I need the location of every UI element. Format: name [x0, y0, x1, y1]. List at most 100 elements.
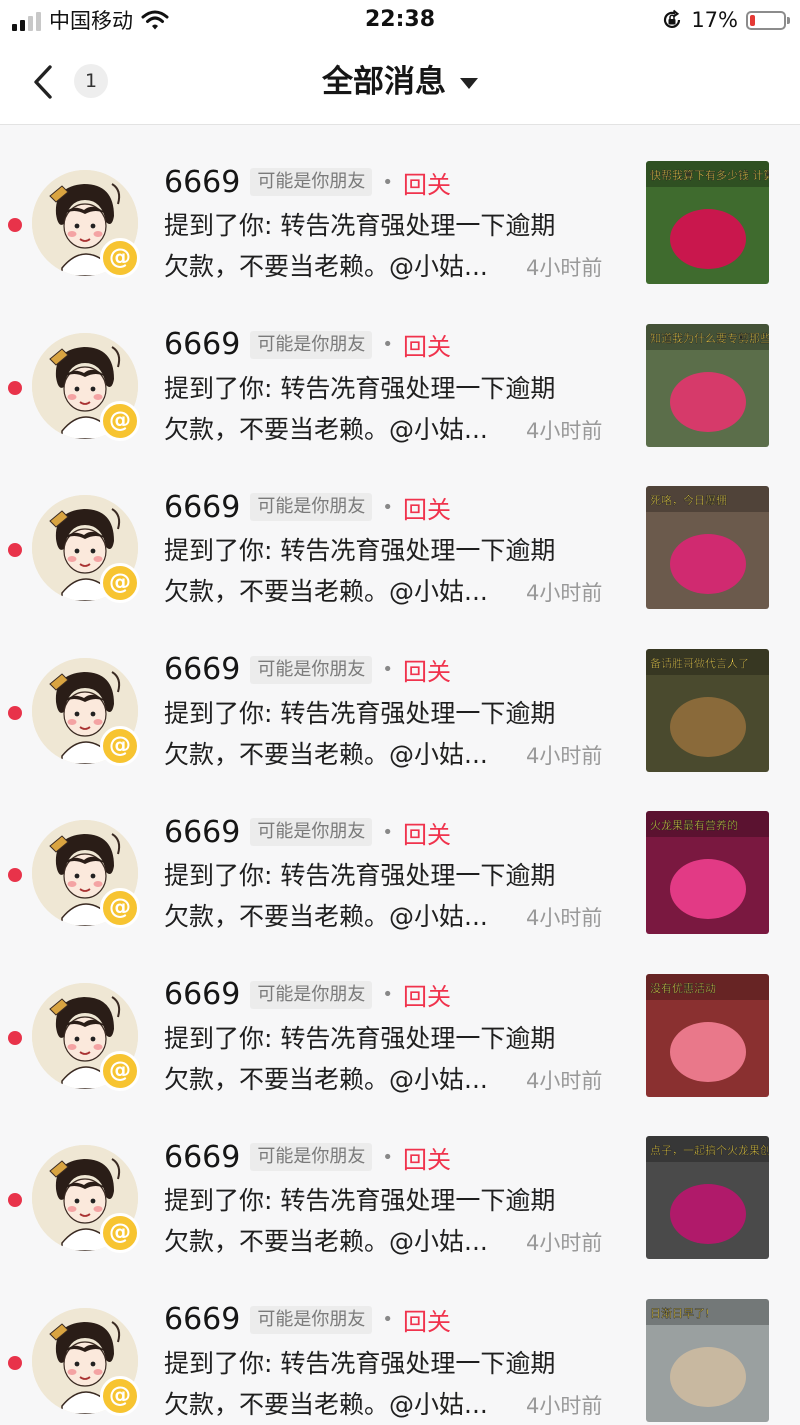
maybe-friend-tag: 可能是你朋友	[250, 981, 372, 1009]
message-text-line1: 提到了你: 转告冼育强处理一下逾期	[164, 534, 555, 568]
thumbnail-image: 知道我为什么要专剪那些开裂的吗	[646, 324, 769, 447]
username[interactable]: 6669	[164, 1302, 240, 1337]
app-header: 1 全部消息	[0, 40, 800, 125]
separator-dot: •	[382, 822, 393, 843]
message-header: 6669 可能是你朋友 • 回关	[164, 976, 451, 1014]
message-row[interactable]: @ 6669 可能是你朋友 • 回关 提到了你: 转告冼育强处理一下逾期 欠款，…	[0, 1263, 800, 1425]
follow-back-button[interactable]: 回关	[403, 1302, 451, 1337]
message-header: 6669 可能是你朋友 • 回关	[164, 488, 451, 526]
message-text-line2: 欠款，不要当老赖。@小姑...	[164, 413, 488, 447]
video-thumbnail[interactable]: 知道我为什么要专剪那些开裂的吗	[646, 324, 769, 447]
message-row[interactable]: @ 6669 可能是你朋友 • 回关 提到了你: 转告冼育强处理一下逾期 欠款，…	[0, 1100, 800, 1263]
separator-dot: •	[382, 172, 393, 193]
status-bar: 中国移动 22:38 17%	[0, 0, 800, 40]
message-header: 6669 可能是你朋友 • 回关	[164, 1301, 451, 1339]
mention-at-icon: @	[100, 1376, 140, 1416]
caret-down-icon	[460, 78, 478, 89]
username[interactable]: 6669	[164, 977, 240, 1012]
username[interactable]: 6669	[164, 1140, 240, 1175]
unread-dot	[8, 868, 22, 882]
thumbnail-caption: 备请胜哥做代言人了	[650, 656, 749, 670]
separator-dot: •	[382, 1147, 393, 1168]
maybe-friend-tag: 可能是你朋友	[250, 656, 372, 684]
mention-at-icon: @	[100, 888, 140, 928]
message-row[interactable]: @ 6669 可能是你朋友 • 回关 提到了你: 转告冼育强处理一下逾期 欠款，…	[0, 938, 800, 1101]
message-header: 6669 可能是你朋友 • 回关	[164, 163, 451, 201]
thumbnail-image: 点子，一起搞个火龙果创意小食	[646, 1136, 769, 1259]
message-text-line1: 提到了你: 转告冼育强处理一下逾期	[164, 859, 555, 893]
message-row[interactable]: @ 6669 可能是你朋友 • 回关 提到了你: 转告冼育强处理一下逾期 欠款，…	[0, 775, 800, 938]
video-thumbnail[interactable]: 火龙果最有营养的	[646, 811, 769, 934]
video-thumbnail[interactable]: 日渐日早了!	[646, 1299, 769, 1422]
message-list: @ 6669 可能是你朋友 • 回关 提到了你: 转告冼育强处理一下逾期 欠款，…	[0, 125, 800, 1425]
mention-at-icon: @	[100, 563, 140, 603]
message-text-line1: 提到了你: 转告冼育强处理一下逾期	[164, 209, 555, 243]
message-time: 4小时前	[526, 1228, 602, 1258]
username[interactable]: 6669	[164, 327, 240, 362]
video-thumbnail[interactable]: 死咯，今日爆棚	[646, 486, 769, 609]
mention-at-icon: @	[100, 238, 140, 278]
unread-dot	[8, 1356, 22, 1370]
message-text-line2: 欠款，不要当老赖。@小姑...	[164, 900, 488, 934]
username[interactable]: 6669	[164, 652, 240, 687]
maybe-friend-tag: 可能是你朋友	[250, 493, 372, 521]
unread-dot	[8, 1031, 22, 1045]
message-text-line1: 提到了你: 转告冼育强处理一下逾期	[164, 697, 555, 731]
follow-back-button[interactable]: 回关	[403, 327, 451, 362]
message-time: 4小时前	[526, 578, 602, 608]
thumbnail-caption: 点子，一起搞个火龙果创意小食	[650, 1143, 769, 1157]
maybe-friend-tag: 可能是你朋友	[250, 1306, 372, 1334]
username[interactable]: 6669	[164, 165, 240, 200]
message-text-line2: 欠款，不要当老赖。@小姑...	[164, 250, 488, 284]
thumbnail-image: 火龙果最有营养的	[646, 811, 769, 934]
unread-dot	[8, 706, 22, 720]
message-header: 6669 可能是你朋友 • 回关	[164, 1138, 451, 1176]
follow-back-button[interactable]: 回关	[403, 1140, 451, 1175]
message-row[interactable]: @ 6669 可能是你朋友 • 回关 提到了你: 转告冼育强处理一下逾期 欠款，…	[0, 288, 800, 451]
unread-dot	[8, 1193, 22, 1207]
follow-back-button[interactable]: 回关	[403, 652, 451, 687]
thumbnail-image: 没有优惠活动	[646, 974, 769, 1097]
message-time: 4小时前	[526, 1066, 602, 1096]
follow-back-button[interactable]: 回关	[403, 815, 451, 850]
message-text-line2: 欠款，不要当老赖。@小姑...	[164, 1388, 488, 1422]
thumbnail-caption: 火龙果最有营养的	[650, 818, 738, 832]
message-text-line2: 欠款，不要当老赖。@小姑...	[164, 1225, 488, 1259]
message-header: 6669 可能是你朋友 • 回关	[164, 813, 451, 851]
video-thumbnail[interactable]: 备请胜哥做代言人了	[646, 649, 769, 772]
follow-back-button[interactable]: 回关	[403, 165, 451, 200]
message-text-line2: 欠款，不要当老赖。@小姑...	[164, 1063, 488, 1097]
mention-at-icon: @	[100, 726, 140, 766]
message-text-line1: 提到了你: 转告冼育强处理一下逾期	[164, 1022, 555, 1056]
username[interactable]: 6669	[164, 815, 240, 850]
message-text-line1: 提到了你: 转告冼育强处理一下逾期	[164, 372, 555, 406]
thumbnail-caption: 知道我为什么要专剪那些开裂的吗	[650, 331, 769, 345]
message-time: 4小时前	[526, 253, 602, 283]
maybe-friend-tag: 可能是你朋友	[250, 818, 372, 846]
separator-dot: •	[382, 1309, 393, 1330]
message-time: 4小时前	[526, 416, 602, 446]
video-thumbnail[interactable]: 快帮我算下有多少钱 计算器按冒烟了!	[646, 161, 769, 284]
video-thumbnail[interactable]: 没有优惠活动	[646, 974, 769, 1097]
title-dropdown[interactable]: 全部消息	[0, 62, 800, 102]
battery-level	[750, 15, 755, 26]
message-text-line1: 提到了你: 转告冼育强处理一下逾期	[164, 1184, 555, 1218]
message-header: 6669 可能是你朋友 • 回关	[164, 651, 451, 689]
maybe-friend-tag: 可能是你朋友	[250, 1143, 372, 1171]
message-row[interactable]: @ 6669 可能是你朋友 • 回关 提到了你: 转告冼育强处理一下逾期 欠款，…	[0, 125, 800, 288]
message-time: 4小时前	[526, 1391, 602, 1421]
maybe-friend-tag: 可能是你朋友	[250, 168, 372, 196]
unread-dot	[8, 381, 22, 395]
video-thumbnail[interactable]: 点子，一起搞个火龙果创意小食	[646, 1136, 769, 1259]
message-row[interactable]: @ 6669 可能是你朋友 • 回关 提到了你: 转告冼育强处理一下逾期 欠款，…	[0, 613, 800, 776]
thumbnail-caption: 死咯，今日爆棚	[650, 493, 727, 507]
follow-back-button[interactable]: 回关	[403, 490, 451, 525]
message-header: 6669 可能是你朋友 • 回关	[164, 326, 451, 364]
username[interactable]: 6669	[164, 490, 240, 525]
message-text-line2: 欠款，不要当老赖。@小姑...	[164, 738, 488, 772]
message-row[interactable]: @ 6669 可能是你朋友 • 回关 提到了你: 转告冼育强处理一下逾期 欠款，…	[0, 450, 800, 613]
message-text-line1: 提到了你: 转告冼育强处理一下逾期	[164, 1347, 555, 1381]
battery-icon	[746, 11, 786, 30]
follow-back-button[interactable]: 回关	[403, 977, 451, 1012]
thumbnail-image: 日渐日早了!	[646, 1299, 769, 1422]
